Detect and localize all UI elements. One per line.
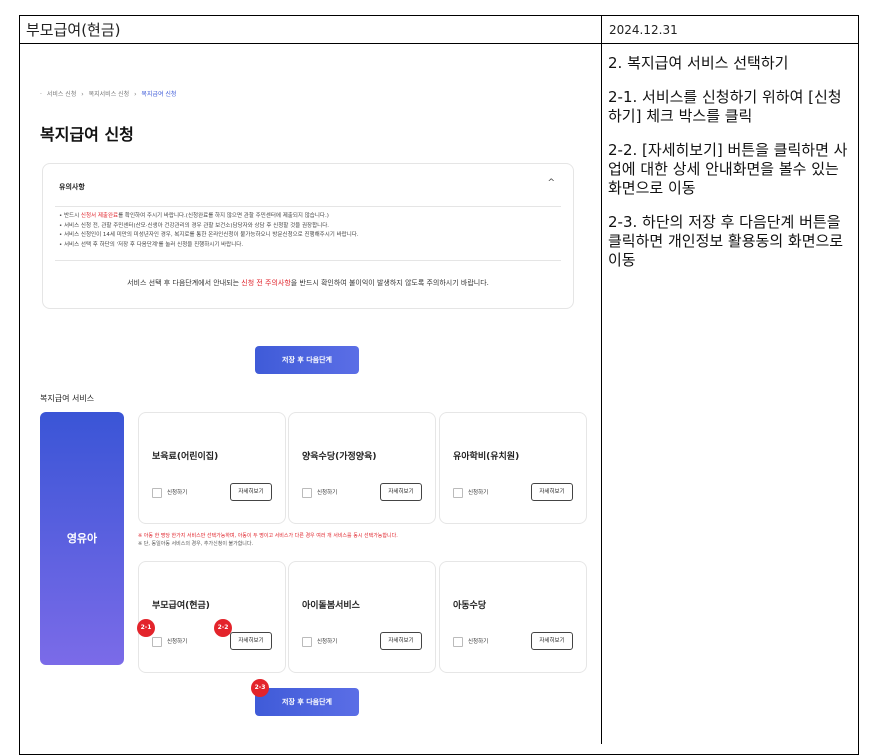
service-card: 유아학비(유치원) 신청하기 자세히보기	[439, 412, 587, 524]
apply-checkbox-label[interactable]: 신청하기	[468, 637, 488, 645]
notice-item: • 서비스 선택 후 하단의 '저장 후 다음단계'를 눌러 신청을 진행하시기…	[59, 241, 244, 248]
detail-button[interactable]: 자세히보기	[230, 632, 272, 650]
notice-list: • 반드시 신청서 제출완료를 확인하여 주시기 바랍니다.(신청완료를 하지 …	[59, 212, 359, 250]
divider	[55, 206, 561, 207]
apply-checkbox-label[interactable]: 신청하기	[468, 488, 488, 496]
detail-button[interactable]: 자세히보기	[531, 483, 573, 501]
apply-checkbox-label[interactable]: 신청하기	[167, 488, 187, 496]
save-next-button-top[interactable]: 저장 후 다음단계	[255, 346, 359, 374]
warning-line: ※ 아동 한 명당 한가지 서비스만 선택가능하며, 아동이 두 명이고 서비스…	[138, 533, 398, 539]
column-divider	[601, 44, 602, 744]
notice-item: • 서비스 신청인이 14세 미만의 미성년자인 경우, 복지로를 통한 온라인…	[59, 232, 359, 238]
service-card: 양육수당(가정양육) 신청하기 자세히보기	[288, 412, 436, 524]
apply-checkbox[interactable]	[453, 488, 463, 498]
warning-line: ※ 단, 동일아동 서비스의 경우, 추가신청이 불가합니다.	[138, 541, 254, 547]
breadcrumb-separator: ›	[134, 91, 137, 98]
service-title: 유아학비(유치원)	[453, 452, 520, 462]
breadcrumb-bullet: ·	[40, 91, 42, 98]
breadcrumb: · 서비스 신청 › 복지서비스 신청 › 복지급여 신청	[40, 89, 179, 98]
detail-button[interactable]: 자세히보기	[380, 483, 422, 501]
side-note-2-1: 2-1. 서비스를 신청하기 위하여 [신청하기] 체크 박스를 클릭	[608, 88, 842, 125]
notice-item: • 반드시 신청서 제출완료를 확인하여 주시기 바랍니다.(신청완료를 하지 …	[59, 213, 329, 219]
notice-item: • 서비스 신청 전, 관할 주민센터(산모·신생아 건강관리의 경우 관할 보…	[59, 222, 330, 229]
divider	[55, 260, 561, 261]
service-card: 보육료(어린이집) 신청하기 자세히보기	[138, 412, 286, 524]
service-title: 부모급여(현금)	[152, 601, 210, 611]
step-badge-2-1: 2-1	[137, 619, 155, 637]
side-note-2-3: 2-3. 하단의 저장 후 다음단계 버튼을 클릭하면 개인정보 활용동의 화면…	[608, 213, 844, 269]
detail-button[interactable]: 자세히보기	[230, 483, 272, 501]
apply-checkbox[interactable]	[152, 637, 162, 647]
page-title: 복지급여 신청	[40, 125, 134, 144]
step-badge-2-3: 2-3	[251, 679, 269, 697]
step-badge-2-2: 2-2	[214, 619, 232, 637]
service-title: 보육료(어린이집)	[152, 452, 219, 462]
service-card: 아동수당 신청하기 자세히보기	[439, 561, 587, 673]
service-title: 아이돌봄서비스	[302, 601, 360, 611]
side-notes: 2. 복지급여 서비스 선택하기 2-1. 서비스를 신청하기 위하여 [신청하…	[608, 54, 852, 285]
apply-checkbox-label[interactable]: 신청하기	[167, 637, 187, 645]
detail-button[interactable]: 자세히보기	[380, 632, 422, 650]
chevron-up-icon[interactable]: ^	[547, 178, 555, 188]
apply-checkbox-label[interactable]: 신청하기	[317, 637, 337, 645]
save-next-button-bottom[interactable]: 저장 후 다음단계	[255, 688, 359, 716]
side-note-2-2: 2-2. [자세히보기] 버튼을 클릭하면 사업에 대한 상세 안내화면을 볼수…	[608, 141, 848, 197]
breadcrumb-item-current: 복지급여 신청	[141, 91, 177, 98]
apply-checkbox[interactable]	[453, 637, 463, 647]
breadcrumb-item-1[interactable]: 서비스 신청	[47, 91, 77, 98]
service-card: 부모급여(현금) 신청하기 자세히보기	[138, 561, 286, 673]
notice-panel: 유의사항 ^ • 반드시 신청서 제출완료를 확인하여 주시기 바랍니다.(신청…	[42, 163, 574, 309]
service-card: 아이돌봄서비스 신청하기 자세히보기	[288, 561, 436, 673]
side-note-heading: 2. 복지급여 서비스 선택하기	[608, 54, 789, 72]
apply-checkbox[interactable]	[302, 637, 312, 647]
service-title: 양육수당(가정양육)	[302, 452, 377, 462]
apply-checkbox[interactable]	[302, 488, 312, 498]
notice-footer: 서비스 선택 후 다음단계에서 안내되는 신청 전 주의사항을 반드시 확인하여…	[127, 279, 489, 287]
breadcrumb-separator: ›	[81, 91, 84, 98]
notice-title: 유의사항	[59, 183, 85, 191]
selection-warning: ※ 아동 한 명당 한가지 서비스만 선택가능하며, 아동이 두 명이고 서비스…	[138, 532, 398, 548]
category-tab-infant[interactable]: 영유아	[40, 412, 124, 665]
doc-title: 부모급여(현금)	[19, 15, 602, 44]
detail-button[interactable]: 자세히보기	[531, 632, 573, 650]
section-label: 복지급여 서비스	[40, 394, 95, 403]
service-title: 아동수당	[453, 601, 487, 611]
breadcrumb-item-2[interactable]: 복지서비스 신청	[89, 91, 130, 98]
apply-checkbox[interactable]	[152, 488, 162, 498]
doc-date: 2024.12.31	[601, 15, 859, 44]
apply-checkbox-label[interactable]: 신청하기	[317, 488, 337, 496]
